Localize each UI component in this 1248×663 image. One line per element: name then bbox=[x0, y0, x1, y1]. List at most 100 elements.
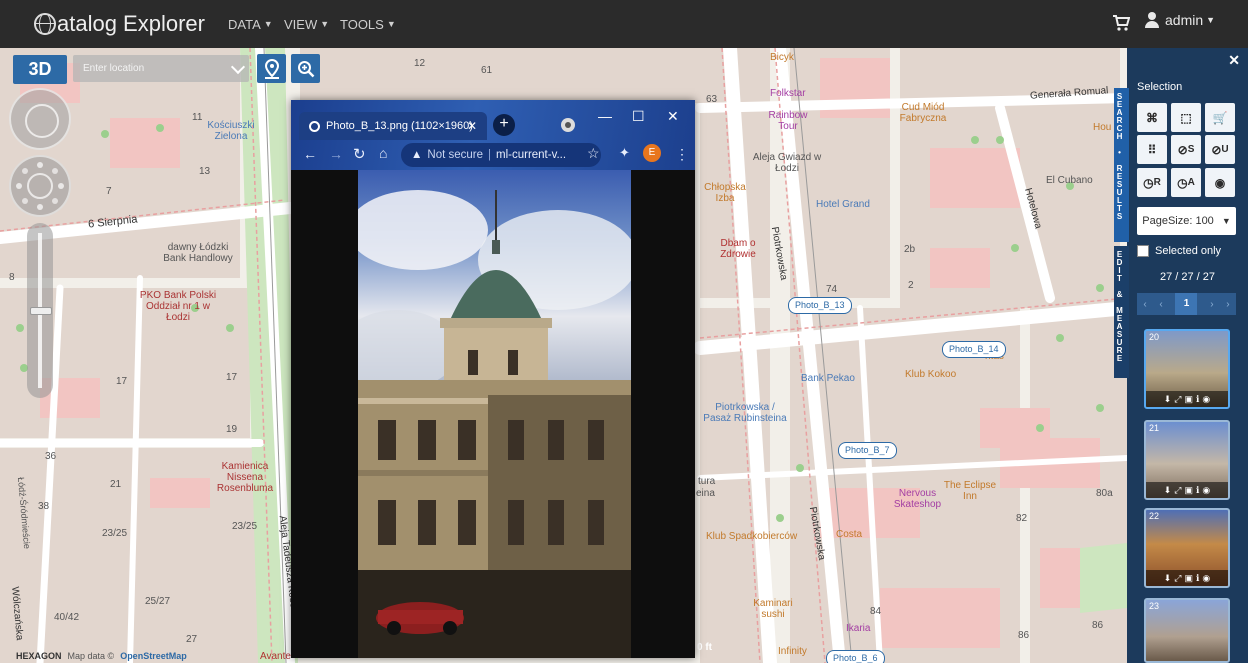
reload-icon[interactable]: ↻ bbox=[353, 145, 366, 163]
menu-label: DATA bbox=[228, 16, 261, 32]
place-label: Ikaria bbox=[846, 623, 871, 634]
close-panel-icon[interactable]: ✕ bbox=[1228, 52, 1240, 69]
location-input[interactable] bbox=[81, 55, 225, 82]
house-number: 21 bbox=[110, 479, 122, 490]
3d-toggle-button[interactable]: 3D bbox=[13, 55, 67, 84]
photo-marker[interactable]: Photo_B_13 bbox=[788, 297, 852, 314]
app-root: 6 Sierpnia Aleja Tadeusza Kościu Piotrko… bbox=[0, 0, 1248, 663]
download-icon[interactable]: ⬇ bbox=[1164, 485, 1172, 496]
expand-icon[interactable]: ⤢ bbox=[1174, 485, 1181, 496]
result-thumbnail[interactable]: 22 ⬇ ⤢ ▣ ℹ ◉ bbox=[1144, 508, 1230, 588]
new-tab-button[interactable]: + bbox=[493, 114, 515, 136]
select-point-button[interactable]: ⌘ bbox=[1137, 103, 1167, 132]
cart-icon[interactable] bbox=[1112, 14, 1130, 32]
menu-tools[interactable]: TOOLS ▼ bbox=[340, 0, 396, 48]
result-thumbnail[interactable]: 21 ⬇ ⤢ ▣ ℹ ◉ bbox=[1144, 420, 1230, 500]
place-label: Klub Spadkobierców bbox=[706, 531, 798, 542]
back-icon[interactable]: ← bbox=[303, 146, 317, 162]
tab-label: EDIT & MEASURE bbox=[1115, 250, 1124, 362]
user-icon bbox=[1145, 12, 1159, 28]
forward-icon[interactable]: → bbox=[329, 146, 343, 162]
first-page-icon[interactable]: ‹ bbox=[1159, 299, 1162, 310]
extension-badge-icon[interactable] bbox=[561, 118, 575, 132]
prev-page-icon[interactable]: ‹ bbox=[1143, 299, 1146, 310]
profile-avatar[interactable]: E bbox=[643, 144, 661, 162]
menu-data[interactable]: DATA ▼ bbox=[228, 0, 273, 48]
place-label: Costa bbox=[836, 529, 863, 540]
download-icon[interactable]: ⬇ bbox=[1164, 573, 1172, 584]
reset-button[interactable]: ◷ R bbox=[1137, 168, 1167, 197]
selected-only-checkbox[interactable] bbox=[1137, 245, 1149, 257]
photo-marker[interactable]: Photo_B_7 bbox=[838, 442, 897, 459]
hide-unselected-button[interactable]: ⊘ U bbox=[1205, 135, 1235, 164]
browser-tab[interactable]: Photo_B_13.png (1102×1960) ✕ bbox=[299, 112, 487, 140]
house-number: 2b bbox=[904, 244, 916, 255]
download-icon[interactable]: ⬇ bbox=[1164, 394, 1172, 405]
map-data-text: Map data © bbox=[67, 651, 115, 661]
pan-control[interactable] bbox=[9, 155, 71, 217]
selected-only-toggle[interactable]: Selected only bbox=[1137, 245, 1221, 257]
house-number: 63 bbox=[706, 94, 718, 105]
compass-control[interactable] bbox=[9, 88, 71, 150]
page-size-select[interactable]: PageSize: 100 ▼ bbox=[1137, 207, 1236, 235]
eye-icon: ◉ bbox=[1214, 175, 1226, 190]
maximize-icon[interactable]: ☐ bbox=[632, 108, 645, 125]
eye-icon[interactable]: ◉ bbox=[1202, 485, 1210, 496]
edit-measure-tab[interactable]: EDIT & MEASURE bbox=[1114, 246, 1129, 378]
select-box-button[interactable]: ⬚ bbox=[1171, 103, 1201, 132]
info-icon[interactable]: ℹ bbox=[1196, 394, 1199, 405]
next-page-icon[interactable]: › bbox=[1210, 299, 1213, 310]
place-label: Piotrkowska / Pasaż Rubinsteina bbox=[703, 402, 787, 424]
expand-icon[interactable]: ⤢ bbox=[1174, 394, 1181, 405]
tab-title: Photo_B_13.png (1102×1960) bbox=[326, 120, 473, 132]
select-box-icon: ⬚ bbox=[1180, 110, 1192, 125]
zoom-knob[interactable] bbox=[30, 307, 52, 315]
app-brand[interactable]: atalog Explorer bbox=[34, 9, 205, 39]
zoom-search-button[interactable] bbox=[291, 54, 320, 83]
close-tab-icon[interactable]: ✕ bbox=[467, 119, 477, 133]
all-button[interactable]: ◷ A bbox=[1171, 168, 1201, 197]
info-icon[interactable]: ℹ bbox=[1196, 573, 1199, 584]
locate-button[interactable] bbox=[257, 54, 286, 83]
cart-icon[interactable]: ▣ bbox=[1184, 485, 1193, 496]
cart-icon[interactable]: ▣ bbox=[1184, 394, 1193, 405]
house-number: 13 bbox=[199, 166, 211, 177]
place-label: Hotel Grand bbox=[816, 199, 870, 210]
close-window-icon[interactable]: ✕ bbox=[667, 108, 679, 125]
last-page-icon[interactable]: › bbox=[1226, 299, 1229, 310]
view-button[interactable]: ◉ bbox=[1205, 168, 1235, 197]
caret-down-icon: ▼ bbox=[263, 19, 273, 29]
house-number: 8 bbox=[9, 272, 15, 283]
osm-link[interactable]: OpenStreetMap bbox=[120, 651, 187, 661]
minimize-icon[interactable]: — bbox=[598, 108, 612, 124]
home-icon[interactable]: ⌂ bbox=[379, 145, 387, 161]
photo-marker[interactable]: Photo_B_6 bbox=[826, 650, 885, 663]
more-icon[interactable]: ⋮ bbox=[675, 146, 689, 163]
top-navbar: atalog Explorer DATA ▼ VIEW ▼ TOOLS ▼ admin… bbox=[0, 0, 1248, 48]
extensions-icon[interactable]: ✦ bbox=[619, 145, 630, 161]
address-bar[interactable]: ▲ Not secure | ml-current-v... bbox=[401, 143, 601, 167]
house-number: 17 bbox=[116, 376, 128, 387]
menu-view[interactable]: VIEW ▼ bbox=[284, 0, 329, 48]
image-popup-window: Photo_B_13.png (1102×1960) ✕ + — ☐ ✕ ← →… bbox=[291, 100, 695, 658]
zoom-slider[interactable] bbox=[27, 223, 53, 398]
cart-add-button[interactable]: 🛒 bbox=[1205, 103, 1235, 132]
eye-icon[interactable]: ◉ bbox=[1202, 394, 1210, 405]
eye-icon[interactable]: ◉ bbox=[1202, 573, 1210, 584]
caret-down-icon: ▼ bbox=[320, 19, 330, 29]
photo-marker[interactable]: Photo_B_14 bbox=[942, 341, 1006, 358]
chevron-down-icon[interactable] bbox=[230, 59, 246, 75]
cart-icon[interactable]: ▣ bbox=[1184, 573, 1193, 584]
hide-selected-button[interactable]: ⊘ S bbox=[1171, 135, 1201, 164]
result-thumbnail[interactable]: 20 ⬇ ⤢ ▣ ℹ ◉ bbox=[1144, 329, 1230, 409]
info-icon[interactable]: ℹ bbox=[1196, 485, 1199, 496]
grid-icon: ⠿ bbox=[1147, 142, 1157, 157]
search-results-tab[interactable]: SEARCH • RESULTS bbox=[1114, 88, 1129, 242]
globe-icon bbox=[34, 13, 56, 35]
select-grid-button[interactable]: ⠿ bbox=[1137, 135, 1167, 164]
current-page[interactable]: 1 bbox=[1175, 293, 1198, 315]
result-thumbnail[interactable]: 23 bbox=[1144, 598, 1230, 663]
expand-icon[interactable]: ⤢ bbox=[1174, 573, 1181, 584]
user-menu[interactable]: admin ▼ bbox=[1145, 12, 1215, 28]
star-icon[interactable]: ☆ bbox=[587, 145, 600, 162]
